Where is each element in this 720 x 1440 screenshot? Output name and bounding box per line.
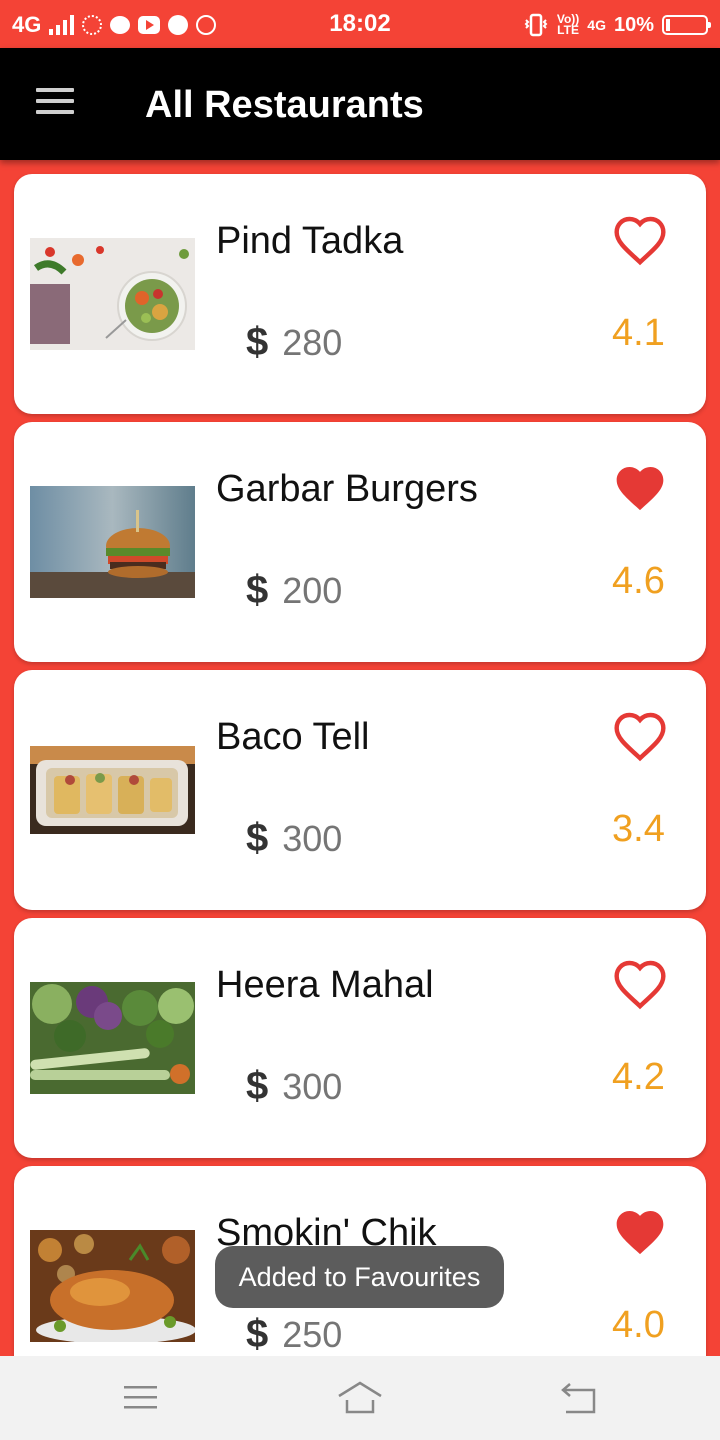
price-value: 200 — [282, 570, 343, 611]
back-icon[interactable] — [554, 1378, 604, 1418]
hamburger-menu-icon[interactable] — [36, 88, 76, 118]
restaurant-card[interactable]: Pind Tadka $ 280 4.1 — [14, 174, 706, 414]
price-row: $ 200 — [246, 568, 342, 613]
battery-level — [666, 19, 670, 31]
net2-indicator: 4G — [587, 16, 606, 33]
price-value: 300 — [282, 818, 343, 859]
currency-symbol: $ — [246, 816, 269, 860]
heart-outline-icon[interactable] — [612, 958, 668, 1010]
restaurant-card[interactable]: Heera Mahal $ 300 4.2 — [14, 918, 706, 1158]
home-icon[interactable] — [335, 1378, 385, 1418]
restaurant-image — [30, 1230, 195, 1342]
restaurant-card[interactable]: Garbar Burgers $ 200 4.6 — [14, 422, 706, 662]
restaurant-image — [30, 238, 195, 350]
price-value: 280 — [282, 322, 343, 363]
battery-percent: 10% — [613, 13, 654, 36]
restaurant-image — [30, 982, 195, 1094]
currency-symbol: $ — [246, 1064, 269, 1108]
app-bar: All Restaurants — [0, 48, 720, 160]
volte-bottom: LTE — [557, 23, 579, 37]
status-bar: 4G 18:02 Vo)) LTE 4G 10% — [0, 0, 720, 48]
rating-value: 4.1 — [612, 312, 665, 354]
heart-filled-icon[interactable] — [612, 1206, 668, 1258]
price-row: $ 250 — [246, 1312, 342, 1356]
heart-outline-icon[interactable] — [612, 214, 668, 266]
restaurant-list[interactable]: Pind Tadka $ 280 4.1 Garbar Burgers $ 20… — [0, 160, 720, 1356]
heart-outline-icon[interactable] — [612, 710, 668, 762]
restaurant-name: Heera Mahal — [216, 964, 434, 1006]
rating-value: 4.2 — [612, 1056, 665, 1098]
restaurant-name: Pind Tadka — [216, 220, 404, 262]
status-right: Vo)) LTE 4G 10% — [523, 10, 711, 40]
currency-symbol: $ — [246, 320, 269, 364]
restaurant-name: Baco Tell — [216, 716, 370, 758]
rating-value: 3.4 — [612, 808, 665, 850]
restaurant-image — [30, 486, 195, 598]
price-row: $ 300 — [246, 816, 342, 861]
vibrate-icon — [524, 13, 548, 37]
price-value: 250 — [282, 1314, 343, 1355]
restaurant-image — [30, 746, 195, 834]
currency-symbol: $ — [246, 1312, 269, 1356]
restaurant-card[interactable]: Baco Tell $ 300 3.4 — [14, 670, 706, 910]
battery-icon — [662, 15, 711, 35]
page-title: All Restaurants — [145, 84, 424, 126]
price-value: 300 — [282, 1066, 343, 1107]
price-row: $ 300 — [246, 1064, 342, 1109]
rating-value: 4.6 — [612, 560, 665, 602]
heart-filled-icon[interactable] — [612, 462, 668, 514]
toast-message: Added to Favourites — [215, 1246, 504, 1308]
volte-indicator: Vo)) LTE — [557, 13, 579, 37]
currency-symbol: $ — [246, 568, 269, 612]
rating-value: 4.0 — [612, 1304, 665, 1346]
restaurant-name: Garbar Burgers — [216, 468, 478, 510]
menu-icon[interactable] — [116, 1378, 166, 1418]
system-nav-bar — [0, 1356, 720, 1440]
price-row: $ 280 — [246, 320, 342, 365]
